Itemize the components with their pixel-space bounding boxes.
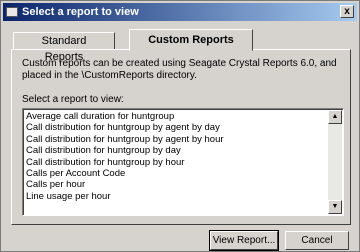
list-item[interactable]: Calls per Account Code	[26, 168, 326, 179]
title-bar[interactable]: Select a report to view x	[3, 3, 357, 21]
list-item[interactable]: Call distribution for huntgroup by hour	[26, 157, 326, 168]
list-item[interactable]: Call distribution for huntgroup by day	[26, 145, 326, 156]
list-item[interactable]: Line usage per hour	[26, 191, 326, 202]
tab-custom-reports-label: Custom Reports	[148, 34, 234, 46]
scroll-up-icon[interactable]: ▲	[328, 110, 342, 124]
report-list: Average call duration for huntgroup Call…	[26, 111, 326, 202]
list-item[interactable]: Call distribution for huntgroup by agent…	[26, 122, 326, 133]
select-report-label: Select a report to view:	[22, 94, 124, 105]
list-item[interactable]: Call distribution for huntgroup by agent…	[26, 134, 326, 145]
scroll-down-icon[interactable]: ▼	[328, 200, 342, 214]
tab-strip: Standard Reports Custom Reports	[11, 28, 351, 63]
list-item[interactable]: Average call duration for huntgroup	[26, 111, 326, 122]
report-dialog: Select a report to view x Standard Repor…	[0, 0, 360, 252]
view-report-button[interactable]: View Report...	[209, 230, 279, 251]
report-listbox[interactable]: Average call duration for huntgroup Call…	[22, 108, 344, 216]
vertical-scrollbar[interactable]: ▲ ▼	[328, 110, 342, 214]
tab-standard-reports[interactable]: Standard Reports	[13, 32, 115, 63]
window-title: Select a report to view	[22, 6, 139, 18]
panel-description: Custom reports can be created using Seag…	[22, 58, 337, 81]
cancel-button[interactable]: Cancel	[285, 231, 349, 250]
app-icon	[6, 7, 18, 17]
list-item[interactable]: Calls per hour	[26, 179, 326, 190]
custom-reports-panel: Custom reports can be created using Seag…	[11, 49, 351, 225]
close-button[interactable]: x	[340, 5, 354, 18]
tab-custom-reports[interactable]: Custom Reports	[129, 29, 253, 51]
